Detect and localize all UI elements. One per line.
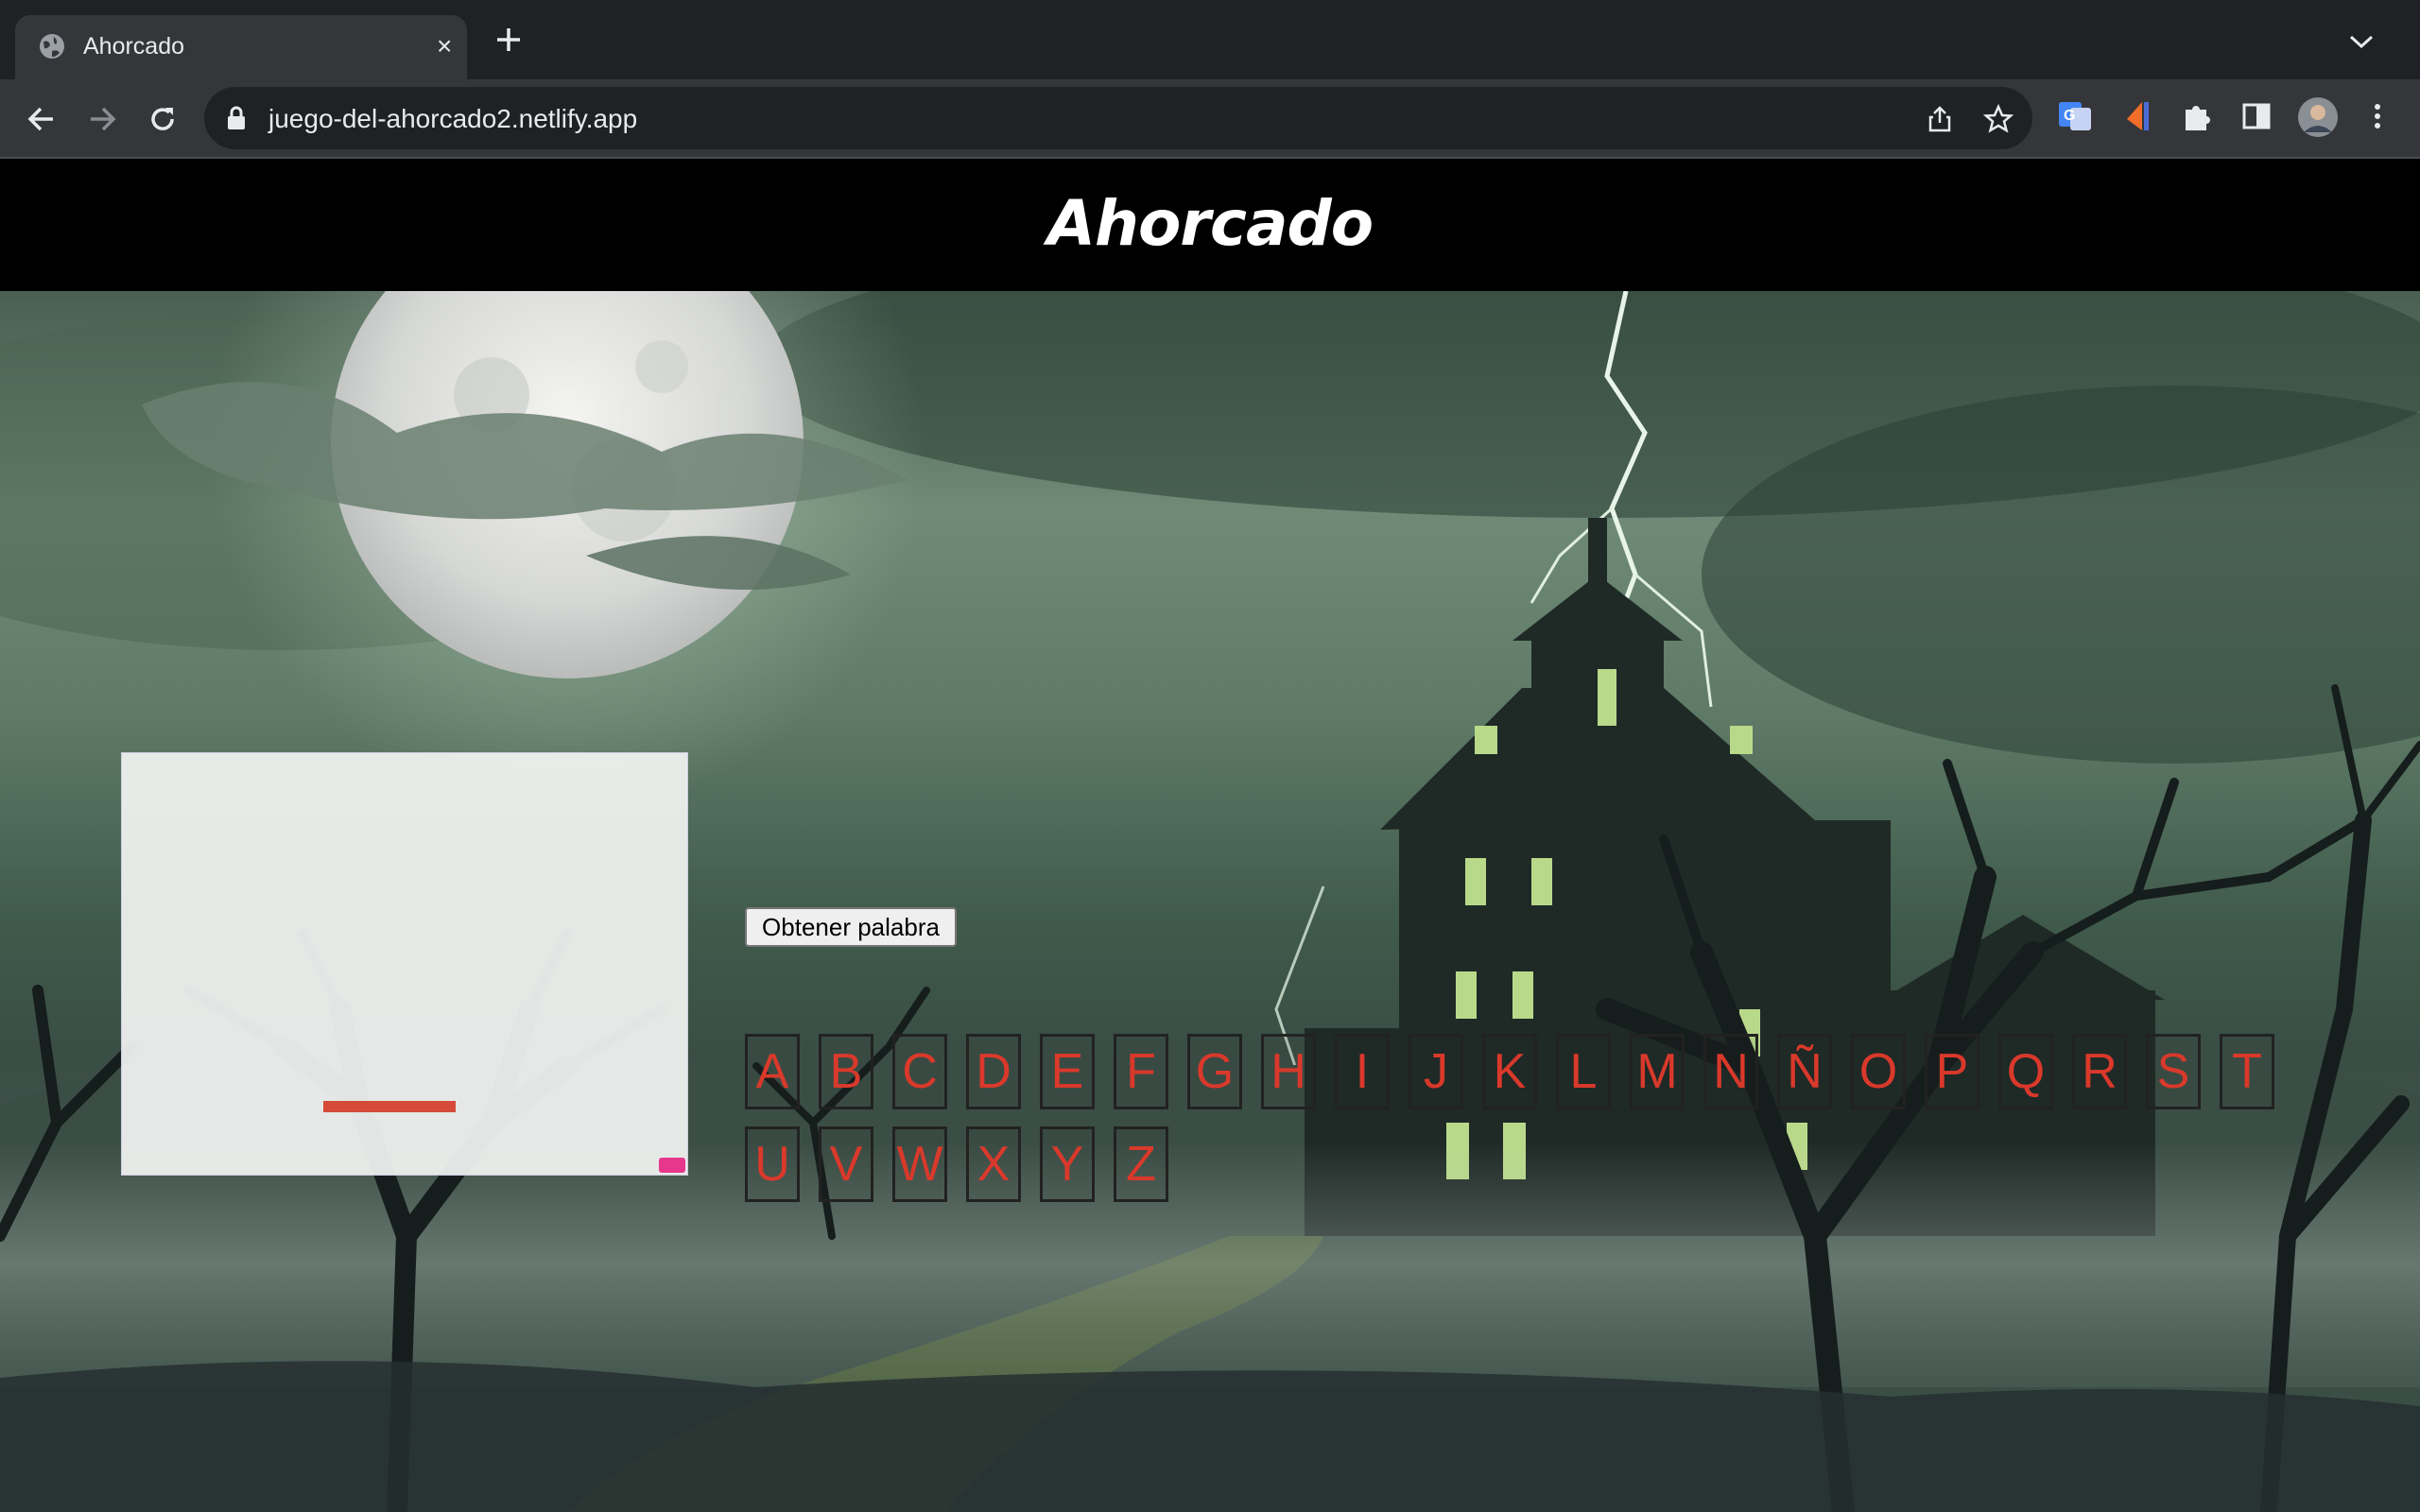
kebab-menu-icon[interactable] [2363, 98, 2392, 134]
arrow-left-icon[interactable] [25, 102, 59, 136]
keyboard-row-2: UVWXYZ [745, 1126, 1168, 1202]
google-translate-icon[interactable]: G [2057, 98, 2093, 134]
chevron-down-icon[interactable] [2348, 34, 2375, 49]
letter-key-v[interactable]: V [819, 1126, 873, 1202]
web-page: Ahorcado Obtener palabra A B C D E F G H… [0, 159, 2420, 1512]
plus-icon[interactable] [493, 25, 524, 55]
avatar[interactable] [2297, 96, 2339, 138]
hangman-canvas [121, 752, 688, 1176]
letter-key-l[interactable]: L [1556, 1034, 1611, 1109]
close-tab-icon[interactable]: × [437, 32, 452, 60]
letter-key-h[interactable]: H [1261, 1034, 1316, 1109]
letter-key-p[interactable]: P [1925, 1034, 1979, 1109]
word-letter-slot [323, 1101, 456, 1112]
globe-icon [40, 34, 64, 59]
letter-key-f[interactable]: F [1114, 1034, 1168, 1109]
letter-key-x[interactable]: X [966, 1126, 1021, 1202]
page-header: Ahorcado [0, 159, 2420, 291]
letter-key-e[interactable]: E [1040, 1034, 1095, 1109]
page-title: Ahorcado [1046, 187, 1374, 260]
letter-key-q[interactable]: Q [1998, 1034, 2053, 1109]
letter-key-r[interactable]: R [2072, 1034, 2127, 1109]
tab-strip: Ahorcado × [0, 0, 2420, 79]
url-text[interactable]: juego-del-ahorcado2.netlify.app [268, 104, 637, 134]
keyboard-row-1: ABCDEFGHIJKLMNÑOPQRST [745, 1034, 2274, 1109]
letter-key-n[interactable]: N [1703, 1034, 1758, 1109]
reload-icon[interactable] [146, 102, 180, 136]
puzzle-icon[interactable] [2180, 98, 2216, 134]
letter-key-g[interactable]: G [1187, 1034, 1242, 1109]
letter-key-ñ[interactable]: Ñ [1777, 1034, 1832, 1109]
address-bar[interactable]: juego-del-ahorcado2.netlify.app [204, 87, 2032, 149]
letter-key-k[interactable]: K [1482, 1034, 1537, 1109]
tab-title: Ahorcado [83, 33, 185, 60]
letter-key-y[interactable]: Y [1040, 1126, 1095, 1202]
share-icon[interactable] [1925, 104, 1955, 134]
letter-key-u[interactable]: U [745, 1126, 800, 1202]
svg-text:G: G [2064, 108, 2075, 124]
letter-key-w[interactable]: W [892, 1126, 947, 1202]
letter-key-z[interactable]: Z [1114, 1126, 1168, 1202]
letter-key-s[interactable]: S [2146, 1034, 2201, 1109]
letter-key-b[interactable]: B [819, 1034, 873, 1109]
star-icon[interactable] [1983, 104, 2014, 134]
letter-key-t[interactable]: T [2220, 1034, 2274, 1109]
letter-key-i[interactable]: I [1335, 1034, 1390, 1109]
brand-badge [659, 1158, 685, 1173]
extension-flag-icon[interactable] [2119, 98, 2155, 134]
lock-icon[interactable] [227, 106, 246, 130]
letter-key-j[interactable]: J [1409, 1034, 1463, 1109]
letter-key-m[interactable]: M [1630, 1034, 1685, 1109]
side-panel-icon[interactable] [2238, 98, 2274, 134]
get-word-button[interactable]: Obtener palabra [745, 907, 957, 947]
letter-key-d[interactable]: D [966, 1034, 1021, 1109]
browser-tab[interactable]: Ahorcado × [15, 15, 467, 79]
arrow-right-icon[interactable] [85, 102, 119, 136]
letter-key-o[interactable]: O [1851, 1034, 1906, 1109]
letter-key-c[interactable]: C [892, 1034, 947, 1109]
haunted-house-background: Obtener palabra ABCDEFGHIJKLMNÑOPQRST UV… [0, 291, 2420, 1512]
letter-key-a[interactable]: A [745, 1034, 800, 1109]
